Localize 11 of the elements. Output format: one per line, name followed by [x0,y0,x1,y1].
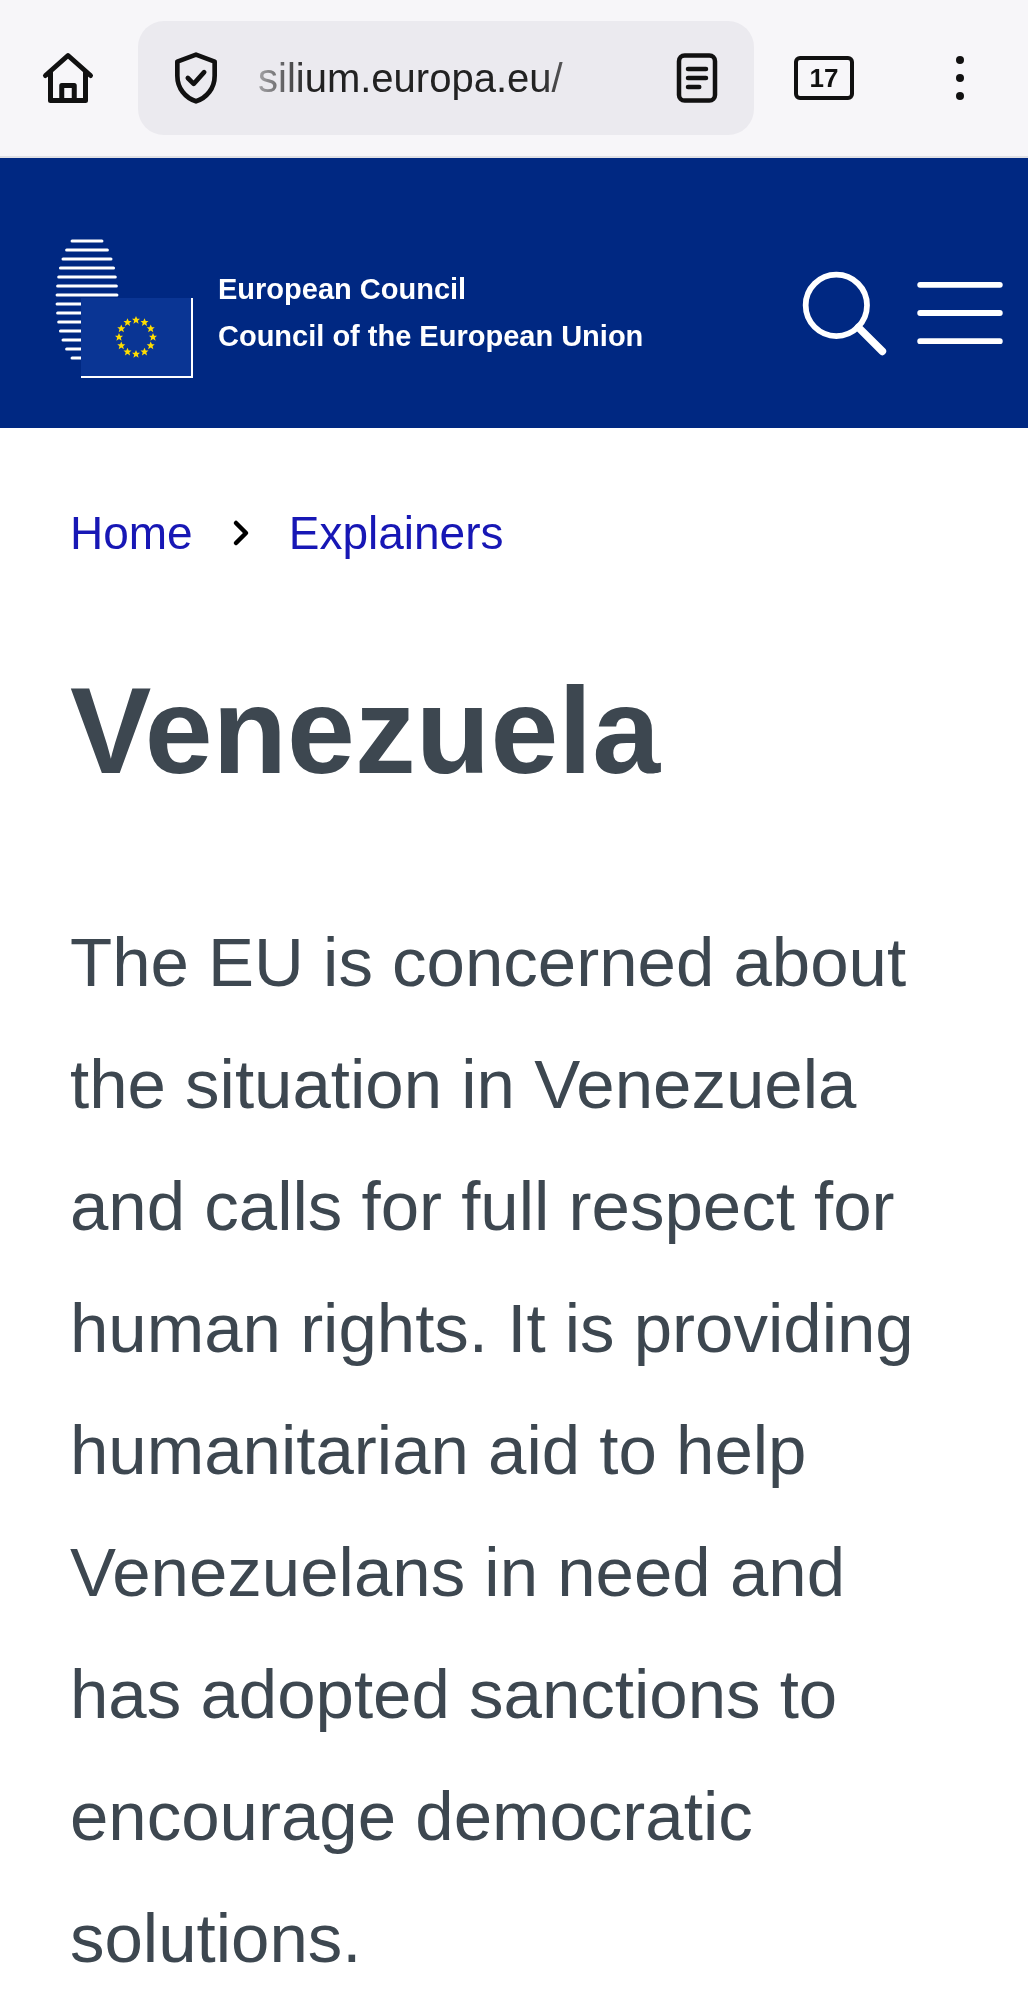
breadcrumb-link[interactable]: Explainers [288,506,504,560]
intro-paragraph: The EU is concerned about the situation in Venezuela and calls for full respect for human rights. It is providing humanitarian aid to help Venezuelans in need and has adopted sanctions to encourage democratic solutions. [70,923,915,1979]
tab-count-button[interactable]: 17 [794,56,854,100]
address-bar[interactable]: silium.europa.eu/ [138,21,754,135]
page-title: Venezuela [70,670,662,792]
more-options-icon[interactable] [954,54,966,102]
organisation-name[interactable]: European Council [218,273,644,306]
breadcrumb-link[interactable]: Home [70,506,193,560]
menu-icon[interactable] [916,279,1004,347]
url-text: silium.europa.eu/ [258,55,564,101]
organisation-name[interactable]: Council of the European Union [218,320,644,353]
